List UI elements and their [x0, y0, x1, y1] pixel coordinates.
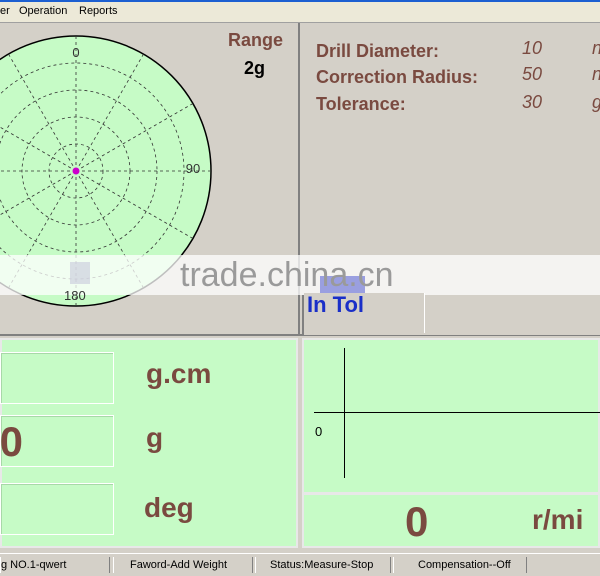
intol-divider [302, 295, 304, 335]
watermark-text: trade.china.cn [180, 256, 394, 294]
reading-unit-1: g.cm [146, 358, 212, 389]
window-title-edge [0, 0, 600, 2]
menu-bar: er Operation Reports [0, 0, 600, 23]
plot-y-axis [344, 348, 345, 478]
param-unit-tolerance: g [592, 92, 600, 113]
param-unit-drill-diameter: n [592, 38, 600, 59]
reading-box-3 [0, 483, 114, 535]
reading-unit-3: deg [144, 492, 194, 523]
range-value: 2g [244, 58, 266, 78]
reading-unit-2: g [146, 422, 164, 453]
speed-value: 0 [405, 498, 429, 545]
polar-label-right: 90 [186, 161, 200, 176]
status-item-program: g NO.1-qwert [0, 557, 110, 573]
param-value-drill-diameter: 10 [522, 38, 543, 58]
reading-value-2: .0 [0, 418, 24, 465]
status-item-compensation: Compensation--Off [393, 557, 527, 573]
menu-item-reports[interactable]: Reports [79, 5, 118, 17]
status-item-direction: Faword-Add Weight [113, 557, 253, 573]
menu-item-partial[interactable]: er [0, 5, 10, 17]
polar-label-bottom: 180 [64, 288, 86, 303]
param-value-tolerance: 30 [522, 92, 543, 112]
reading-box-1 [0, 352, 114, 404]
plot-x-axis [314, 412, 600, 413]
plot-panel [302, 338, 600, 494]
watermark-smudge [70, 262, 90, 284]
range-label: Range [228, 30, 284, 50]
tolerance-status-text: In Tol [307, 292, 365, 317]
status-bar: g NO.1-qwert Faword-Add Weight Status:Me… [0, 553, 600, 576]
param-label-drill-diameter: Drill Diameter: [316, 41, 440, 61]
param-label-tolerance: Tolerance: [316, 94, 406, 114]
speed-unit: r/mi [532, 504, 584, 535]
param-unit-correction-radius: n [592, 64, 600, 85]
param-label-correction-radius: Correction Radius: [316, 67, 479, 87]
menu-item-operation[interactable]: Operation [19, 5, 67, 17]
polar-center-marker [72, 167, 80, 175]
plot-zero-label: 0 [315, 424, 323, 439]
status-item-measure: Status:Measure-Stop [255, 557, 391, 573]
param-value-correction-radius: 50 [522, 64, 543, 84]
polar-label-top: 0 [72, 45, 79, 60]
